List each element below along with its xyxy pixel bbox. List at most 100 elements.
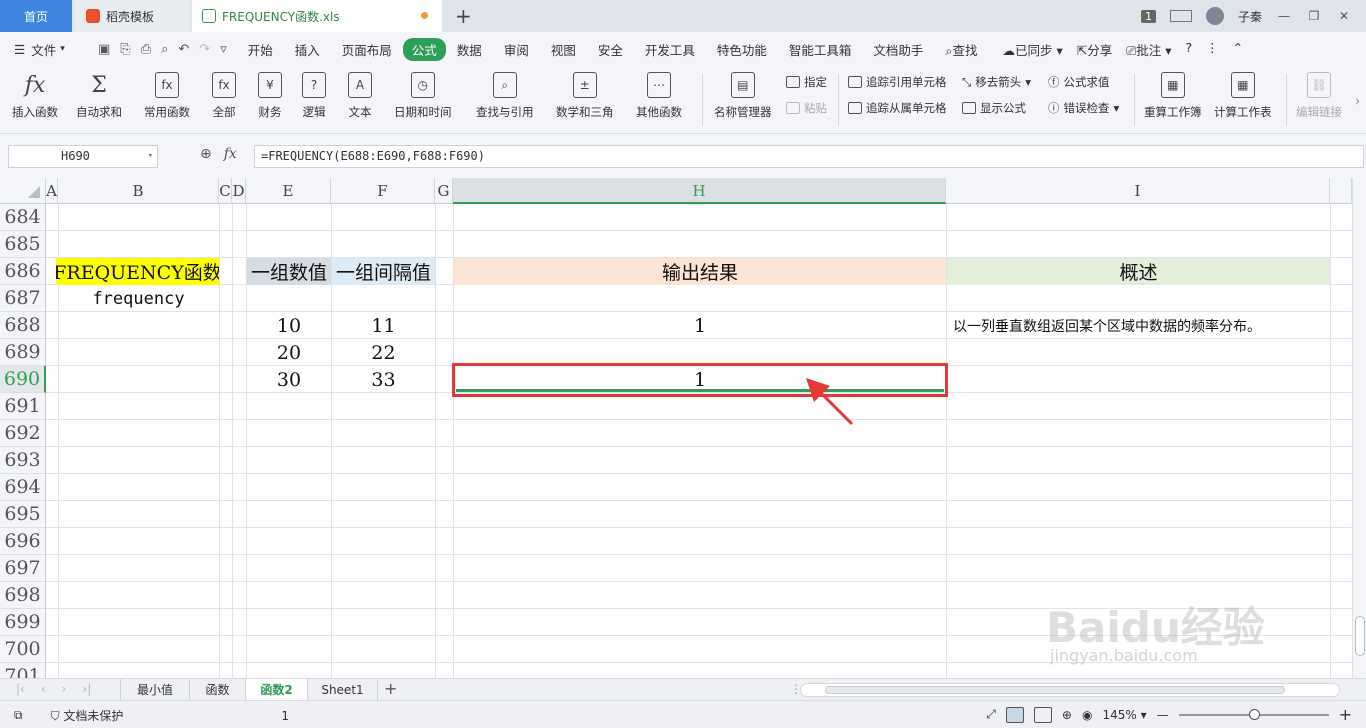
col-header-G[interactable]: G	[435, 178, 453, 204]
cell-I688[interactable]: 以一列垂直数组返回某个区域中数据的频率分布。	[947, 312, 1330, 339]
layout-icon[interactable]	[1169, 10, 1192, 22]
ribbon-scroll-right-icon[interactable]: ›	[1355, 94, 1360, 108]
col-header-B[interactable]: B	[58, 178, 219, 204]
next-sheet-icon[interactable]: ›	[62, 682, 67, 696]
col-header-J[interactable]	[1330, 178, 1352, 204]
menu-item-review[interactable]: 审阅	[493, 40, 540, 59]
other-functions-button[interactable]: ⋯ 其他函数	[636, 72, 682, 120]
col-header-A[interactable]: A	[46, 178, 58, 204]
sheet-tab-min[interactable]: 最小值	[120, 679, 190, 701]
cell-F686[interactable]: 一组间隔值	[332, 258, 435, 285]
trace-dependents-button[interactable]: 追踪从属单元格	[848, 100, 947, 116]
cell-E688[interactable]: 10	[247, 312, 331, 339]
menu-item-features[interactable]: 特色功能	[706, 40, 778, 59]
recalc-workbook-button[interactable]: ▦ 重算工作簿	[1144, 72, 1202, 120]
horizontal-scrollbar[interactable]	[800, 683, 1340, 697]
cell-B686[interactable]: FREQUENCY函数	[56, 258, 219, 285]
row-header[interactable]: 689	[0, 339, 46, 366]
menu-item-home[interactable]: 开始	[237, 40, 284, 59]
show-formulas-button[interactable]: 显示公式	[962, 100, 1026, 116]
window-count-badge[interactable]: 1	[1140, 9, 1156, 23]
error-check-button[interactable]: ⓘ 错误检查 ▾	[1048, 100, 1119, 116]
cell-E689[interactable]: 20	[247, 339, 331, 366]
col-header-D[interactable]: D	[232, 178, 246, 204]
minimize-icon[interactable]: —	[1276, 9, 1292, 23]
name-box[interactable]: H690 ▾	[8, 145, 158, 168]
row-header[interactable]: 688	[0, 312, 46, 339]
macro-record-icon[interactable]: ⧉	[14, 708, 23, 723]
col-header-F[interactable]: F	[331, 178, 435, 204]
col-header-E[interactable]: E	[246, 178, 331, 204]
menu-item-page-layout[interactable]: 页面布局	[331, 40, 403, 59]
file-menu[interactable]: ☰ 文件 ▾	[0, 40, 88, 59]
undo-icon[interactable]: ↶	[178, 42, 189, 57]
page-layout-view-icon[interactable]	[1033, 706, 1052, 723]
cell-H688[interactable]: 1	[454, 312, 946, 339]
all-functions-button[interactable]: fx 全部	[212, 72, 236, 120]
row-header-selected[interactable]: 690	[0, 366, 46, 393]
new-tab-button[interactable]: +	[455, 4, 472, 28]
row-header[interactable]: 691	[0, 393, 46, 420]
redo-icon[interactable]: ↷	[199, 42, 210, 57]
more-icon[interactable]: ⋮	[1206, 40, 1219, 59]
zoom-dropdown[interactable]: 145% ▾	[1102, 708, 1146, 722]
define-name-button[interactable]: 指定	[786, 74, 827, 90]
logical-button[interactable]: ? 逻辑	[302, 72, 326, 120]
fullscreen-icon[interactable]: ⤢	[986, 707, 996, 722]
collapse-ribbon-icon[interactable]: ⌃	[1233, 40, 1243, 59]
evaluate-formula-button[interactable]: ⓕ 公式求值	[1048, 74, 1110, 90]
sheet-tab-sheet1[interactable]: Sheet1	[308, 679, 378, 701]
add-sheet-icon[interactable]: +	[384, 679, 397, 698]
export-icon[interactable]: ⎘	[120, 42, 130, 57]
fx-icon[interactable]: fx	[224, 146, 237, 162]
print-icon[interactable]: ⎙	[141, 42, 151, 57]
menu-item-doc-assistant[interactable]: 文档助手	[862, 40, 934, 59]
cell-F690[interactable]: 33	[332, 366, 435, 393]
row-header[interactable]: 700	[0, 636, 46, 663]
recalc-sheet-button[interactable]: ▦ 计算工作表	[1214, 72, 1272, 120]
tab-home[interactable]: 首页	[0, 0, 72, 32]
row-header[interactable]: 693	[0, 447, 46, 474]
cell-B687[interactable]: frequency	[58, 285, 219, 312]
row-header[interactable]: 696	[0, 528, 46, 555]
formula-input[interactable]: =FREQUENCY(E688:E690,F688:F690)	[254, 145, 1364, 168]
text-button[interactable]: A 文本	[348, 72, 372, 120]
zoom-slider[interactable]	[1178, 708, 1329, 720]
row-header[interactable]: 698	[0, 582, 46, 609]
menu-item-formulas[interactable]: 公式	[402, 37, 446, 61]
autosum-button[interactable]: Σ 自动求和	[76, 72, 122, 120]
paste-names-button[interactable]: 粘贴	[786, 100, 827, 116]
sheet-tab-functions2[interactable]: 函数2	[246, 679, 308, 701]
financial-button[interactable]: ¥ 财务	[258, 72, 282, 120]
menu-item-view[interactable]: 视图	[540, 40, 587, 59]
horizontal-scroll-thumb[interactable]	[825, 686, 1285, 694]
math-trig-button[interactable]: ± 数学和三角	[556, 72, 614, 120]
menu-item-developer[interactable]: 开发工具	[634, 40, 706, 59]
user-avatar[interactable]	[1205, 7, 1224, 25]
row-header[interactable]: 699	[0, 609, 46, 636]
col-header-H[interactable]: H	[453, 178, 946, 204]
search-button[interactable]: ⌕查找	[934, 40, 988, 59]
date-time-button[interactable]: ◷ 日期和时间	[394, 72, 452, 120]
menu-item-insert[interactable]: 插入	[284, 40, 331, 59]
name-manager-button[interactable]: ▤ 名称管理器	[714, 72, 772, 120]
row-header[interactable]: 687	[0, 285, 46, 312]
cell-H686[interactable]: 输出结果	[454, 258, 946, 285]
menu-item-smart-toolbox[interactable]: 智能工具箱	[778, 40, 863, 59]
lookup-button[interactable]: ⌕ 查找与引用	[476, 72, 534, 120]
share-button[interactable]: ⇱分享	[1077, 40, 1113, 59]
tab-docer[interactable]: 稻壳模板	[74, 0, 190, 32]
restore-icon[interactable]: ❐	[1306, 9, 1322, 23]
row-header[interactable]: 684	[0, 204, 46, 231]
zoom-out-icon[interactable]: —	[1157, 708, 1169, 722]
comment-button[interactable]: ⎚批注 ▾	[1126, 40, 1171, 59]
row-header[interactable]: 697	[0, 555, 46, 582]
close-icon[interactable]: ✕	[1336, 9, 1352, 23]
first-sheet-icon[interactable]: |‹	[16, 682, 25, 696]
row-header[interactable]: 695	[0, 501, 46, 528]
col-header-C[interactable]: C	[219, 178, 232, 204]
normal-view-icon[interactable]	[1005, 706, 1024, 723]
user-name[interactable]: 子秦	[1238, 8, 1262, 25]
zoom-slider-knob[interactable]	[1248, 708, 1260, 720]
row-header[interactable]: 694	[0, 474, 46, 501]
